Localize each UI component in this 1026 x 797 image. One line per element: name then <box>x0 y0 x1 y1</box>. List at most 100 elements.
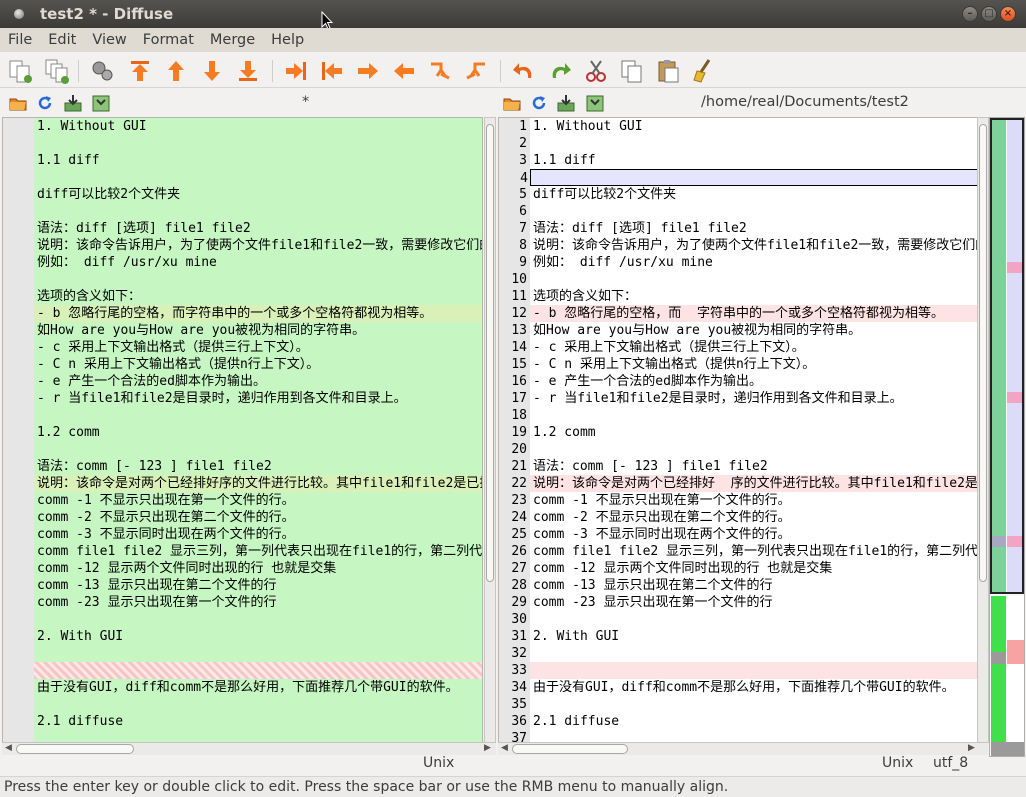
text-line[interactable]: 8 说明：该命令告诉用户，为了使两个文件file1和file2一致，需要修改它们的 <box>519 237 978 254</box>
text-line[interactable]: 22 说明：该命令是对两个已经排好 序的文件进行比较。其中file1和file2是 <box>511 475 978 492</box>
text-line[interactable]: 由于没有GUI，diff和comm不是那么好用，下面推荐几个带GUI的软件。 <box>34 679 482 696</box>
right-horizontal-scrollbar[interactable]: ◀ ▶ <box>498 742 988 755</box>
clear-edits-icon[interactable] <box>691 58 717 84</box>
previous-change-icon[interactable] <box>163 58 189 84</box>
right-vertical-scroll-thumb[interactable] <box>979 124 987 582</box>
text-line[interactable]: 12 - b 忽略行尾的空格，而 字符串中的一个或多个空格符都视为相等。 <box>511 305 978 322</box>
save-file-as-icon[interactable] <box>92 94 110 112</box>
left-vertical-scroll-thumb[interactable] <box>486 124 494 582</box>
text-line[interactable]: 23 comm -1 不显示只出现在第一个文件的行。 <box>511 492 978 509</box>
text-line[interactable]: comm -3 不显示同时出现在两个文件的行。 <box>34 526 482 543</box>
text-line[interactable]: - r 当file1和file2是目录时，递归作用到各文件和目录上。 <box>34 390 482 407</box>
text-line[interactable] <box>34 662 482 679</box>
minimize-button[interactable]: – <box>962 6 978 22</box>
text-line[interactable]: - e 产生一个合法的ed脚本作为输出。 <box>34 373 482 390</box>
text-line[interactable]: - b 忽略行尾的空格，而字符串中的一个或多个空格符都视为相等。 <box>34 305 482 322</box>
text-line[interactable]: 29 comm -23 显示只出现在第一个文件的行 <box>511 594 978 611</box>
text-line[interactable]: 2. With GUI <box>34 628 482 645</box>
text-line[interactable]: - c 采用上下文输出格式（提供三行上下文）。 <box>34 339 482 356</box>
redo-icon[interactable] <box>547 58 573 84</box>
text-line[interactable]: comm -23 显示只出现在第一个文件的行 <box>34 594 482 611</box>
text-line[interactable]: comm -12 显示两个文件同时出现的行 也就是交集 <box>34 560 482 577</box>
reload-file-icon[interactable] <box>36 94 54 112</box>
text-line[interactable]: 21 语法：comm [- 123 ] file1 file2 <box>511 458 978 475</box>
save-file-icon[interactable] <box>64 94 82 112</box>
maximize-button[interactable]: □ <box>981 6 997 22</box>
merge-right-icon[interactable] <box>355 58 381 84</box>
text-line[interactable]: 说明：该命令告诉用户，为了使两个文件file1和file2一致，需要修改它们的 <box>34 237 482 254</box>
text-line[interactable]: 说明：该命令是对两个已经排好序的文件进行比较。其中file1和file2是已排 <box>34 475 482 492</box>
copy-right-to-left-icon[interactable] <box>283 58 309 84</box>
menu-merge[interactable]: Merge <box>210 32 263 48</box>
left-horizontal-scrollbar[interactable]: ◀ ▶ <box>2 742 496 755</box>
text-line[interactable]: 35 <box>511 696 978 713</box>
realign-icon[interactable] <box>89 58 115 84</box>
text-line[interactable]: 1 1. Without GUI <box>519 118 978 135</box>
text-line[interactable] <box>34 407 482 424</box>
text-line[interactable]: 36 2.1 diffuse <box>511 713 978 730</box>
text-line[interactable]: 3 1.1 diff <box>519 152 978 169</box>
text-line[interactable]: 选项的含义如下： <box>34 288 482 305</box>
last-change-icon[interactable] <box>235 58 261 84</box>
right-vertical-scrollbar[interactable] <box>977 117 989 743</box>
text-line[interactable]: 7 语法：diff [选项] file1 file2 <box>519 220 978 237</box>
copy-left-to-right-icon[interactable] <box>319 58 345 84</box>
text-line[interactable]: 32 <box>511 645 978 662</box>
text-line[interactable]: 9 例如： diff /usr/xu mine <box>519 254 978 271</box>
text-line[interactable]: 18 <box>511 407 978 424</box>
text-line[interactable]: 11 选项的含义如下： <box>511 288 978 305</box>
text-line[interactable] <box>34 203 482 220</box>
save-file-icon[interactable] <box>557 94 575 112</box>
text-line[interactable]: 语法：comm [- 123 ] file1 file2 <box>34 458 482 475</box>
text-line[interactable]: 例如： diff /usr/xu mine <box>34 254 482 271</box>
text-line[interactable]: 34 由于没有GUI，diff和comm不是那么好用，下面推荐几个带GUI的软件。 <box>511 679 978 696</box>
text-line[interactable]: 5 diff可以比较2个文件夹 <box>519 186 978 203</box>
text-line[interactable]: - C n 采用上下文输出格式（提供n行上下文）。 <box>34 356 482 373</box>
open-file-icon[interactable] <box>503 94 521 112</box>
text-line[interactable]: 26 comm file1 file2 显示三列，第一列代表只出现在file1的行… <box>511 543 978 560</box>
menu-help[interactable]: Help <box>271 32 312 48</box>
text-line[interactable]: comm -1 不显示只出现在第一个文件的行。 <box>34 492 482 509</box>
text-line[interactable] <box>34 271 482 288</box>
text-line[interactable]: 15 - C n 采用上下文输出格式（提供n行上下文）。 <box>511 356 978 373</box>
text-line[interactable]: 4 <box>520 169 978 186</box>
text-line[interactable]: 24 comm -2 不显示只出现在第二个文件的行。 <box>511 509 978 526</box>
menu-view[interactable]: View <box>92 32 134 48</box>
text-line[interactable] <box>34 611 482 628</box>
scroll-left-arrow-icon[interactable]: ◀ <box>5 743 12 753</box>
undo-icon[interactable] <box>511 58 537 84</box>
text-line[interactable]: 33 <box>511 662 978 679</box>
text-line[interactable]: diff可以比较2个文件夹 <box>34 186 482 203</box>
text-line[interactable]: 14 - c 采用上下文输出格式（提供三行上下文）。 <box>511 339 978 356</box>
reload-file-icon[interactable] <box>530 94 548 112</box>
cut-icon[interactable] <box>583 58 609 84</box>
left-horizontal-scroll-thumb[interactable] <box>16 744 134 754</box>
menu-file[interactable]: File <box>8 32 40 48</box>
new-2-way-icon[interactable] <box>7 58 33 84</box>
merge-left-icon[interactable] <box>391 58 417 84</box>
first-change-icon[interactable] <box>127 58 153 84</box>
right-text-pane[interactable]: 1 1. Without GUI 2 3 1.1 diff 4 5 diff可以比较2个文件夹… <box>498 117 979 743</box>
merge-from-right-then-left-icon[interactable] <box>463 58 489 84</box>
text-line[interactable]: 13 如How are you与How are you被视为相同的字符串。 <box>511 322 978 339</box>
text-line[interactable] <box>34 441 482 458</box>
text-line[interactable] <box>34 169 482 186</box>
text-line[interactable]: 27 comm -12 显示两个文件同时出现的行 也就是交集 <box>511 560 978 577</box>
scroll-right-arrow-icon[interactable]: ▶ <box>968 743 975 753</box>
text-line[interactable]: comm -2 不显示只出现在第二个文件的行。 <box>34 509 482 526</box>
diff-overview-map[interactable] <box>989 117 1025 757</box>
scroll-left-arrow-icon[interactable]: ◀ <box>501 743 508 753</box>
text-line[interactable] <box>34 696 482 713</box>
text-line[interactable]: 17 - r 当file1和file2是目录时，递归作用到各文件和目录上。 <box>511 390 978 407</box>
text-line[interactable]: 20 <box>511 441 978 458</box>
left-text-pane[interactable]: 1. Without GUI 1.1 diff diff可以比较2个文件夹 语法：di… <box>2 117 483 743</box>
text-line[interactable]: 10 <box>511 271 978 288</box>
text-line[interactable]: 1. Without GUI <box>34 118 482 135</box>
close-button[interactable]: × <box>1000 6 1016 22</box>
text-line[interactable]: 19 1.2 comm <box>511 424 978 441</box>
text-line[interactable]: 28 comm -13 显示只出现在第二个文件的行 <box>511 577 978 594</box>
text-line[interactable] <box>34 645 482 662</box>
paste-icon[interactable] <box>655 58 681 84</box>
scroll-right-arrow-icon[interactable]: ▶ <box>484 743 491 753</box>
save-file-as-icon[interactable] <box>586 94 604 112</box>
